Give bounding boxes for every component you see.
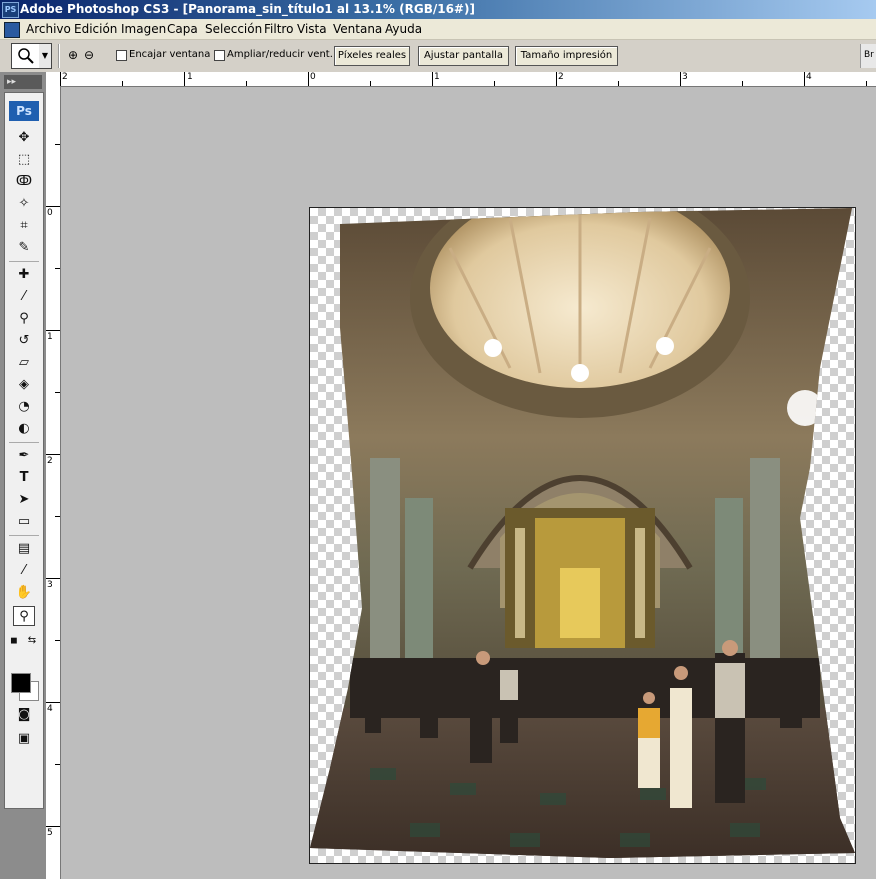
swap-colors-icon[interactable]: ⇆ (25, 631, 39, 651)
path-selection-icon[interactable]: ➤ (13, 490, 35, 510)
history-brush-icon[interactable]: ↺ (13, 331, 35, 351)
marquee-icon[interactable]: ⬚ (13, 150, 35, 170)
fit-window-label: Encajar ventana (129, 49, 211, 60)
fit-window-checkbox[interactable] (116, 50, 127, 61)
document-icon[interactable] (4, 22, 20, 38)
tool-preset-picker[interactable] (11, 43, 41, 69)
menu-vista[interactable]: Vista (297, 22, 327, 36)
zoom-out-icon[interactable]: ⊖ (82, 48, 96, 62)
options-bar: ▼ ⊕ ⊖ Encajar ventana Ampliar/reducir ve… (0, 40, 876, 73)
window-title: Adobe Photoshop CS3 - [Panorama_sin_títu… (20, 2, 475, 16)
ruler-ticks (60, 72, 867, 86)
clone-stamp-icon[interactable]: ⚲ (13, 309, 35, 329)
rectangle-icon[interactable]: ▭ (13, 512, 35, 532)
menu-archivo[interactable]: Archivo (26, 22, 71, 36)
zoom-icon[interactable]: ⚲ (13, 606, 35, 626)
title-bar: PS Adobe Photoshop CS3 - [Panorama_sin_t… (0, 0, 876, 19)
crop-icon[interactable]: ⌗ (13, 216, 35, 236)
separator (58, 44, 60, 68)
menu-bar: Archivo Edición Imagen Capa Selección Fi… (0, 19, 876, 40)
chevron-down-icon[interactable]: ▼ (39, 43, 52, 69)
dodge-icon[interactable]: ◐ (13, 419, 35, 439)
quick-mask-icon[interactable]: ◙ (13, 705, 35, 725)
resize-window-checkbox[interactable] (214, 50, 225, 61)
ruler-ticks (46, 144, 60, 827)
menu-capa[interactable]: Capa (167, 22, 198, 36)
toolbox-header[interactable]: ▸▸ (4, 75, 42, 89)
eyedropper-icon[interactable]: ⁄ (13, 561, 35, 581)
blur-icon[interactable]: ◔ (13, 397, 35, 417)
horizontal-ruler[interactable]: 2 1 0 1 2 3 4 (60, 72, 876, 87)
default-colors-icon[interactable]: ◼ (7, 631, 21, 651)
magic-wand-icon[interactable]: ✧ (13, 194, 35, 214)
print-size-button[interactable]: Tamaño impresión (515, 46, 618, 66)
separator (9, 442, 39, 443)
menu-edicion[interactable]: Edición (74, 22, 117, 36)
type-icon[interactable]: T (13, 468, 35, 488)
panorama-image (310, 208, 855, 858)
menu-ayuda[interactable]: Ayuda (385, 22, 422, 36)
actual-pixels-button[interactable]: Píxeles reales (334, 46, 410, 66)
eraser-icon[interactable]: ▱ (13, 353, 35, 373)
ruler-origin[interactable] (46, 72, 61, 87)
menu-filtro[interactable]: Filtro (264, 22, 293, 36)
menu-ventana[interactable]: Ventana (333, 22, 382, 36)
zoom-in-icon[interactable]: ⊕ (66, 48, 80, 62)
pen-icon[interactable]: ✒ (13, 446, 35, 466)
menu-seleccion[interactable]: Selección (205, 22, 262, 36)
vertical-ruler[interactable]: 0 1 2 3 4 5 (46, 86, 61, 879)
separator (9, 535, 39, 536)
resize-window-label: Ampliar/reducir vent. (227, 49, 333, 60)
brush-icon[interactable]: ⁄ (13, 287, 35, 307)
document-canvas[interactable] (309, 207, 856, 864)
screen-mode-icon[interactable]: ▣ (13, 729, 35, 749)
slice-icon[interactable]: ✎ (13, 238, 35, 258)
bridge-button[interactable]: Br (860, 44, 876, 68)
paint-bucket-icon[interactable]: ◈ (13, 375, 35, 395)
fit-screen-button[interactable]: Ajustar pantalla (418, 46, 509, 66)
separator (9, 261, 39, 262)
photoshop-app-icon: PS (2, 2, 19, 18)
bridge-label: Br (864, 50, 874, 60)
menu-imagen[interactable]: Imagen (121, 22, 166, 36)
zoom-icon (18, 48, 34, 64)
tools-panel: Ps ✥ ⬚ ↂ ✧ ⌗ ✎ ✚ ⁄ ⚲ ↺ ▱ ◈ ◔ ◐ ✒ T ➤ ▭ ▤… (4, 92, 44, 809)
toolbox: ▸▸ Ps ✥ ⬚ ↂ ✧ ⌗ ✎ ✚ ⁄ ⚲ ↺ ▱ ◈ ◔ ◐ ✒ T ➤ … (0, 72, 46, 879)
foreground-color-swatch[interactable] (11, 673, 31, 693)
hand-icon[interactable]: ✋ (13, 583, 35, 603)
notes-icon[interactable]: ▤ (13, 539, 35, 559)
lasso-icon[interactable]: ↂ (13, 172, 35, 192)
healing-brush-icon[interactable]: ✚ (13, 265, 35, 285)
ps-logo[interactable]: Ps (9, 101, 39, 121)
move-icon[interactable]: ✥ (13, 128, 35, 148)
